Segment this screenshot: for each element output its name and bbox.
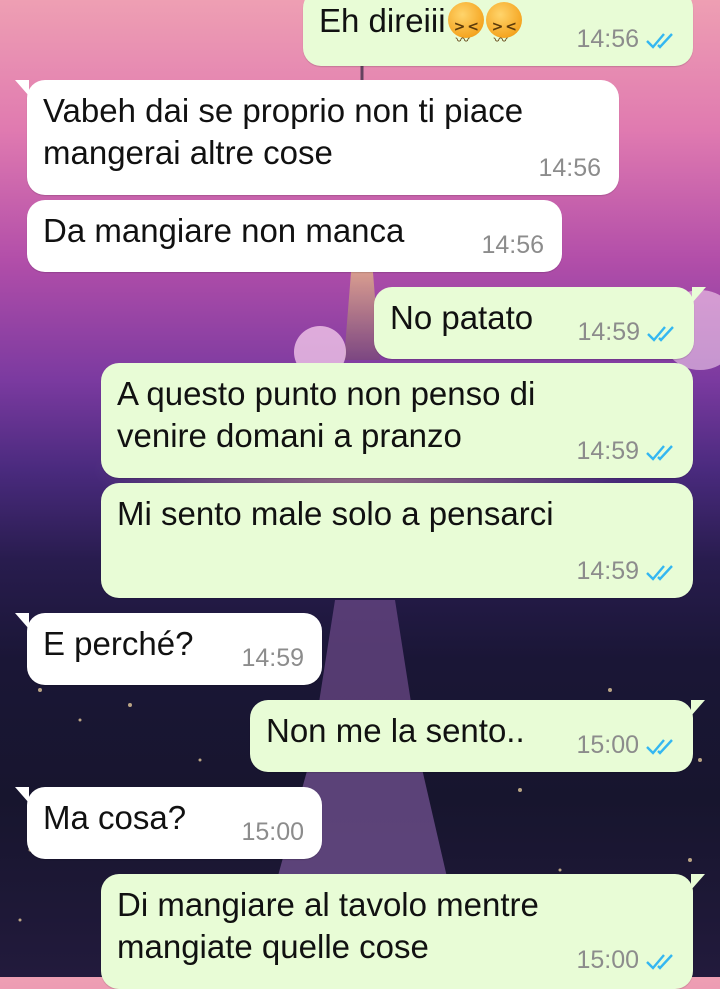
message-bubble-outgoing[interactable]: Eh direiii 14:56 xyxy=(303,0,693,66)
message-meta: 14:59 xyxy=(576,437,675,466)
message-bubble-outgoing[interactable]: Di mangiare al tavolo mentre mangiate qu… xyxy=(101,874,705,989)
message-meta: 14:59 xyxy=(577,318,676,347)
message-time: 14:56 xyxy=(576,25,639,53)
message-time: 14:59 xyxy=(241,644,304,672)
bubble-tail xyxy=(692,287,706,303)
double-check-read-icon xyxy=(646,953,673,970)
double-check-read-icon xyxy=(646,32,673,49)
message-time: 14:59 xyxy=(577,318,640,346)
bubble-tail xyxy=(15,613,29,629)
message-time: 15:00 xyxy=(241,818,304,846)
confounded-face-icon xyxy=(447,2,484,62)
message-time: 15:00 xyxy=(576,946,639,974)
double-check-read-icon xyxy=(646,564,673,581)
message-time: 14:59 xyxy=(576,437,639,465)
message-meta: 15:00 xyxy=(576,946,675,975)
message-bubble-outgoing[interactable]: Mi sento male solo a pensarci 14:59 xyxy=(101,483,693,598)
message-meta: 14:56 xyxy=(481,231,544,260)
message-time: 15:00 xyxy=(576,731,639,759)
message-meta: 14:56 xyxy=(538,154,601,183)
message-text: Eh direiii xyxy=(319,2,446,39)
message-bubble-outgoing[interactable]: A questo punto non penso di venire doman… xyxy=(101,363,693,478)
message-bubble-incoming[interactable]: Vabeh dai se proprio non ti piace manger… xyxy=(15,80,619,195)
double-check-read-icon xyxy=(646,444,673,461)
message-text: Mi sento male solo a pensarci xyxy=(117,495,554,532)
message-bubble-incoming[interactable]: Da mangiare non manca 14:56 xyxy=(27,200,562,272)
message-meta: 15:00 xyxy=(576,731,675,760)
confounded-face-icon xyxy=(485,2,522,62)
message-time: 14:56 xyxy=(538,154,601,182)
message-bubble-incoming[interactable]: Ma cosa? 15:00 xyxy=(15,787,322,859)
message-meta: 14:59 xyxy=(241,644,304,673)
message-meta: 14:59 xyxy=(576,557,675,586)
bubble-tail xyxy=(691,874,705,890)
message-text: Da mangiare non manca xyxy=(43,212,405,249)
message-meta: 14:56 xyxy=(576,25,675,54)
double-check-read-icon xyxy=(646,738,673,755)
bubble-tail xyxy=(15,787,29,803)
bubble-tail xyxy=(691,700,705,716)
message-bubble-outgoing[interactable]: Non me la sento.. 15:00 xyxy=(250,700,705,772)
double-check-read-icon xyxy=(647,325,674,342)
message-time: 14:59 xyxy=(576,557,639,585)
message-text: Vabeh dai se proprio non ti piace manger… xyxy=(43,92,524,171)
message-bubble-outgoing[interactable]: No patato 14:59 xyxy=(374,287,706,359)
message-meta: 15:00 xyxy=(241,818,304,847)
message-time: 14:56 xyxy=(481,231,544,259)
bubble-tail xyxy=(15,80,29,96)
message-bubble-incoming[interactable]: E perché? 14:59 xyxy=(15,613,322,685)
